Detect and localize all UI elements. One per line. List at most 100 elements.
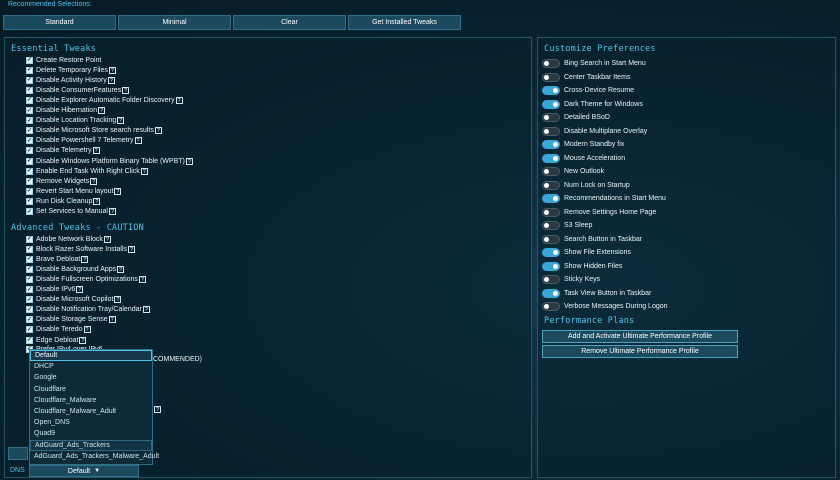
tweak-item[interactable]: Remove Widgets? xyxy=(26,176,98,186)
question-mark-icon[interactable]: ? xyxy=(90,177,98,185)
dns-option[interactable]: Quad9 xyxy=(30,428,152,439)
question-mark-icon[interactable]: ? xyxy=(134,137,142,145)
standard-button[interactable]: Standard xyxy=(3,15,116,30)
tweak-item[interactable]: Disable Explorer Automatic Folder Discov… xyxy=(26,95,183,105)
question-mark-icon[interactable]: ? xyxy=(98,107,106,114)
question-mark-icon[interactable]: ? xyxy=(154,406,161,413)
question-mark-icon[interactable]: ? xyxy=(142,306,150,314)
preference-item[interactable]: S3 Sleep xyxy=(542,220,592,231)
checkbox[interactable] xyxy=(26,177,33,185)
preference-item[interactable]: Search Button in Taskbar xyxy=(542,234,642,245)
toggle-switch[interactable] xyxy=(542,86,560,95)
tweak-item[interactable]: Disable IPv6? xyxy=(26,285,84,295)
tweak-item[interactable]: Revert Start Menu layout? xyxy=(26,186,122,196)
preference-item[interactable]: Detailed BSoD xyxy=(542,112,610,123)
checkbox[interactable] xyxy=(26,326,33,334)
checkbox[interactable] xyxy=(26,137,33,145)
dns-option[interactable]: Cloudflare_Malware xyxy=(30,395,152,406)
question-mark-icon[interactable]: ? xyxy=(117,117,125,125)
checkbox[interactable] xyxy=(26,208,33,215)
question-mark-icon[interactable]: ? xyxy=(107,76,115,84)
preference-item[interactable]: Cross-Device Resume xyxy=(542,85,634,96)
toggle-switch[interactable] xyxy=(542,275,560,284)
tweak-item[interactable]: Disable Hibernation? xyxy=(26,106,106,116)
question-mark-icon[interactable]: ? xyxy=(154,127,162,135)
dns-option[interactable]: Default xyxy=(30,350,152,362)
preference-item[interactable]: Mouse Acceleration xyxy=(542,153,625,164)
toggle-switch[interactable] xyxy=(542,126,560,136)
add-ultimate-performance-button[interactable]: Add and Activate Ultimate Performance Pr… xyxy=(542,330,738,343)
checkbox[interactable] xyxy=(26,187,33,195)
dns-option[interactable]: DHCP xyxy=(30,361,152,372)
tweak-item[interactable]: Brave Debloat? xyxy=(26,254,89,264)
tweak-item[interactable]: Disable Storage Sense? xyxy=(26,315,116,325)
checkbox[interactable] xyxy=(26,245,33,253)
preference-item[interactable]: Show File Extensions xyxy=(542,247,631,258)
question-mark-icon[interactable]: ? xyxy=(117,265,125,273)
toggle-switch[interactable] xyxy=(542,153,560,163)
checkbox[interactable] xyxy=(26,255,33,263)
toggle-switch[interactable] xyxy=(542,261,560,271)
question-mark-icon[interactable]: ? xyxy=(81,255,89,263)
dns-option[interactable]: Cloudflare xyxy=(30,384,152,395)
preference-item[interactable]: Verbose Messages During Logon xyxy=(542,301,668,312)
toggle-switch[interactable] xyxy=(542,59,560,68)
preference-item[interactable]: Bing Search in Start Menu xyxy=(542,58,646,69)
toggle-switch[interactable] xyxy=(542,207,560,217)
toggle-switch[interactable] xyxy=(542,194,560,203)
tweak-item[interactable]: Adobe Network Block? xyxy=(26,234,111,244)
preference-item[interactable]: Num Lock on Startup xyxy=(542,180,630,191)
dns-option[interactable]: AdGuard_Ads_Trackers_Malware_Adult xyxy=(30,451,159,462)
tweak-item[interactable]: Block Razer Software Installs? xyxy=(26,244,136,254)
dns-select[interactable]: Default ▼ xyxy=(29,465,139,477)
question-mark-icon[interactable]: ? xyxy=(108,316,116,324)
checkbox[interactable] xyxy=(26,275,33,283)
preference-item[interactable]: Recommendations in Start Menu xyxy=(542,193,666,204)
question-mark-icon[interactable]: ? xyxy=(108,66,116,74)
tweak-item[interactable]: Disable Microsoft Store search results? xyxy=(26,126,162,136)
question-mark-icon[interactable]: ? xyxy=(122,86,130,94)
checkbox[interactable] xyxy=(26,336,33,344)
toggle-switch[interactable] xyxy=(542,180,560,190)
tweak-item[interactable]: Disable Notification Tray/Calendar? xyxy=(26,305,150,315)
tweak-item[interactable]: Delete Temporary Files? xyxy=(26,65,116,75)
preference-item[interactable]: Sticky Keys xyxy=(542,274,600,285)
question-mark-icon[interactable]: ? xyxy=(93,197,101,205)
checkbox[interactable] xyxy=(26,235,33,243)
tweak-item[interactable]: Disable Windows Platform Binary Table (W… xyxy=(26,156,193,166)
question-mark-icon[interactable]: ? xyxy=(128,245,136,253)
toggle-switch[interactable] xyxy=(542,221,560,230)
preference-item[interactable]: Modern Standby fix xyxy=(542,139,624,150)
partially-hidden-button[interactable] xyxy=(8,447,28,460)
question-mark-icon[interactable]: ? xyxy=(114,187,122,195)
dns-option[interactable]: AdGuard_Ads_Trackers xyxy=(30,439,152,451)
checkbox[interactable] xyxy=(26,107,33,114)
preference-item[interactable]: Show Hidden Files xyxy=(542,261,622,272)
checkbox[interactable] xyxy=(26,127,33,135)
tweak-item[interactable]: Run Disk Cleanup? xyxy=(26,196,101,206)
checkbox[interactable] xyxy=(26,96,33,104)
get-installed-tweaks-button[interactable]: Get Installed Tweaks xyxy=(348,15,461,30)
preference-item[interactable]: Disable Multiplane Overlay xyxy=(542,126,647,137)
checkbox[interactable] xyxy=(26,265,33,273)
dns-dropdown-list[interactable]: Default DHCP Google Cloudflare Cloudflare_Ma… xyxy=(29,349,159,465)
checkbox[interactable] xyxy=(26,147,33,155)
tweak-item[interactable]: Disable Powershell 7 Telemetry? xyxy=(26,136,142,146)
toggle-switch[interactable] xyxy=(542,248,560,257)
checkbox[interactable] xyxy=(26,197,33,205)
question-mark-icon[interactable]: ? xyxy=(79,336,87,344)
tweak-item[interactable]: Disable Fullscreen Optimizations? xyxy=(26,274,146,284)
toggle-switch[interactable] xyxy=(542,140,560,149)
question-mark-icon[interactable]: ? xyxy=(76,286,84,293)
checkbox[interactable] xyxy=(26,117,33,125)
tweak-item[interactable]: Enable End Task With Right Click? xyxy=(26,166,148,176)
checkbox[interactable] xyxy=(26,286,33,293)
toggle-switch[interactable] xyxy=(542,99,560,109)
tweak-item[interactable]: Disable Background Apps? xyxy=(26,264,125,274)
toggle-switch[interactable] xyxy=(542,167,560,176)
checkbox[interactable] xyxy=(26,316,33,324)
tweak-item[interactable]: Disable Teredo? xyxy=(26,325,91,335)
toggle-switch[interactable] xyxy=(542,288,560,298)
dns-option[interactable]: Open_DNS xyxy=(30,417,152,428)
remove-ultimate-performance-button[interactable]: Remove Ultimate Performance Profile xyxy=(542,345,738,358)
